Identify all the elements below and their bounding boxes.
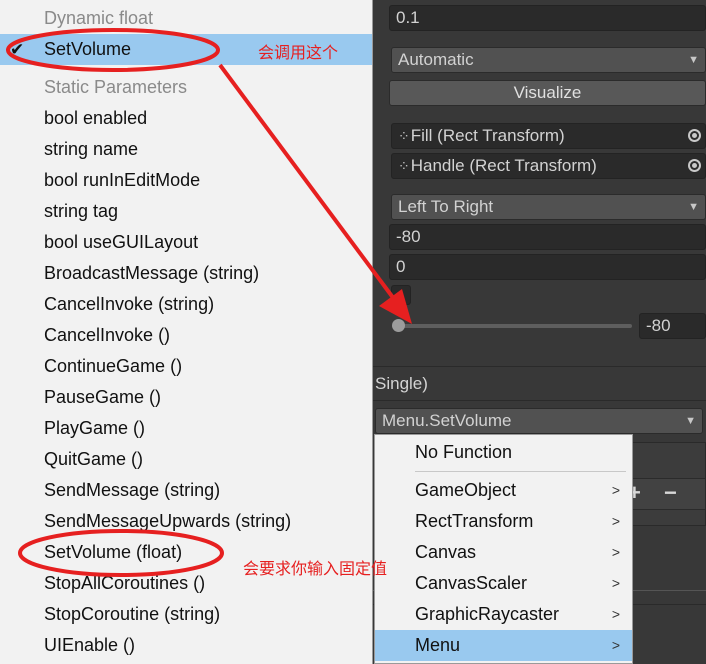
- annotation-arrow-head: [379, 289, 412, 324]
- annotation-note-top: 会调用这个: [258, 45, 339, 62]
- highlight-ellipse-setvolume: [6, 28, 220, 72]
- annotation-arrow-line: [218, 63, 399, 305]
- annotation-note-bottom: 会要求你输入固定值: [243, 561, 388, 578]
- highlight-ellipse-setvolume-float: [18, 529, 224, 577]
